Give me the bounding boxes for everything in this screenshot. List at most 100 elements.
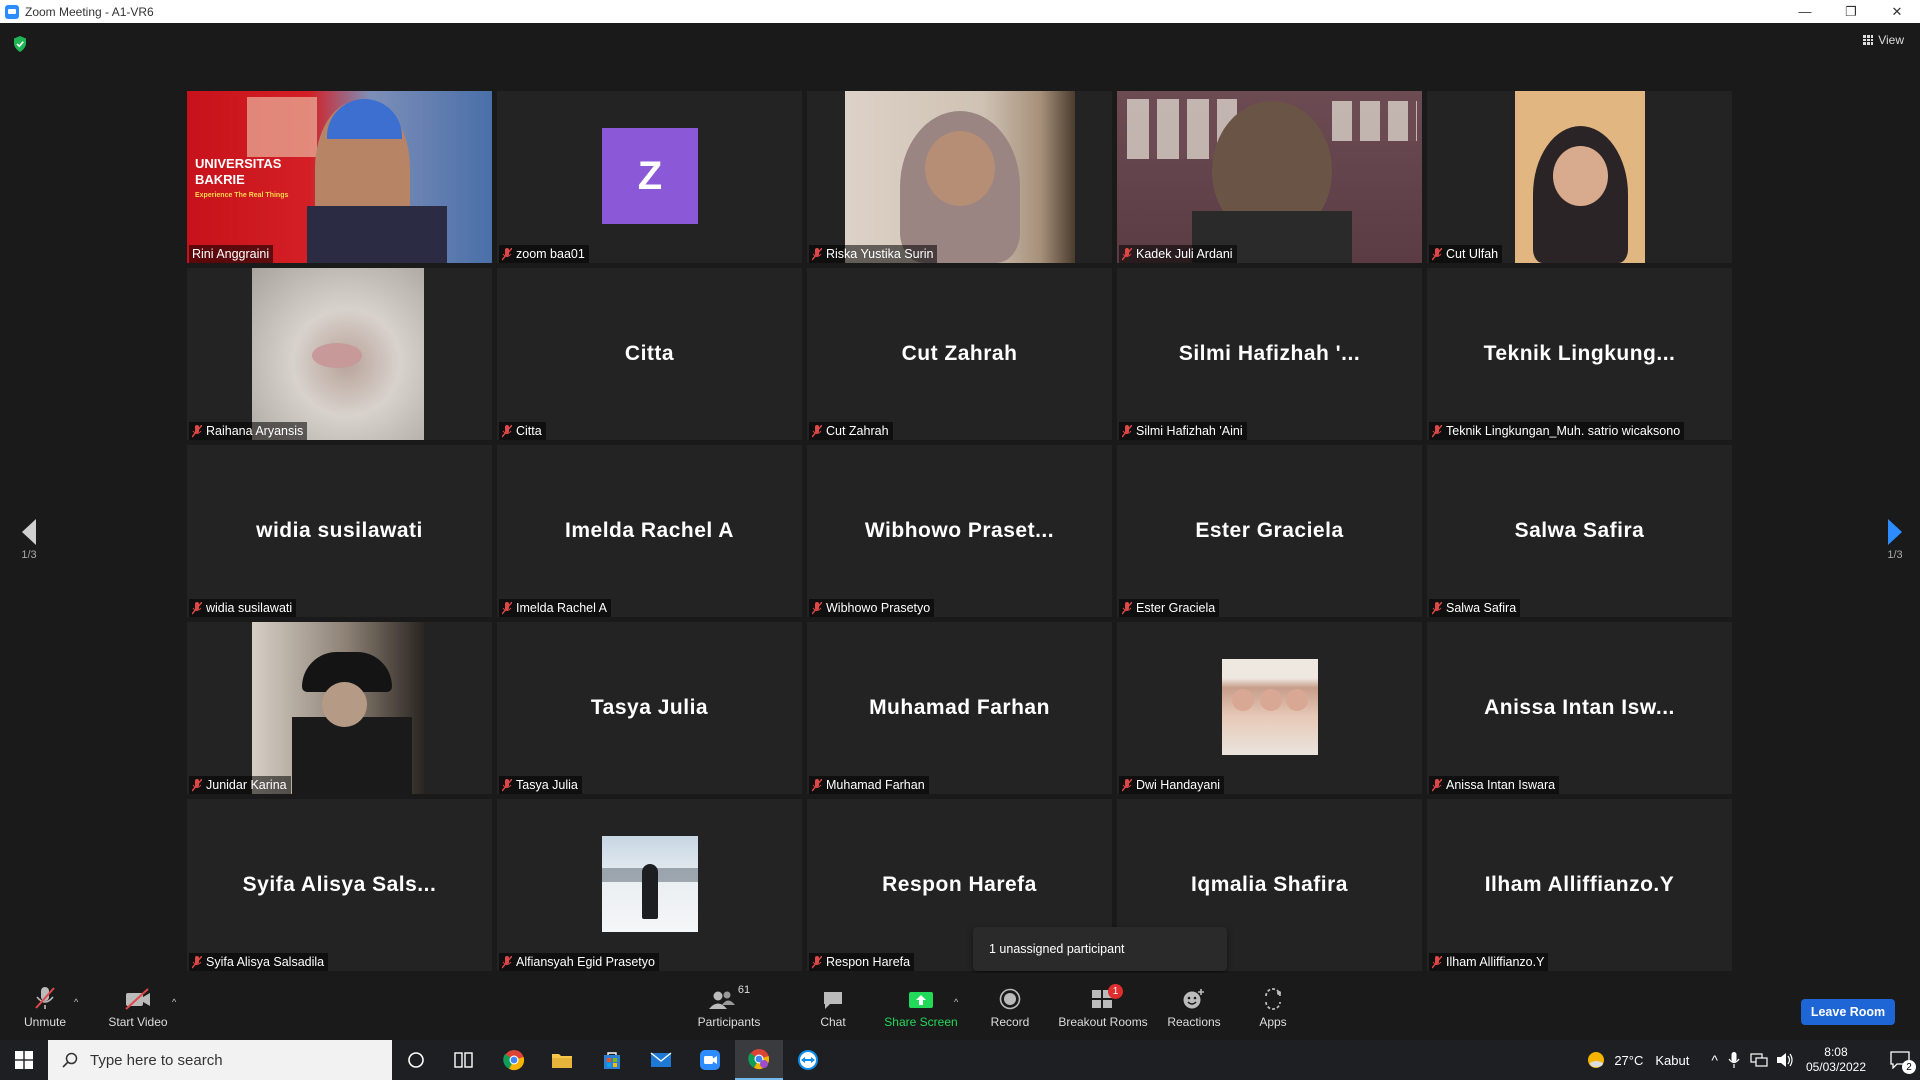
participant-name-label: Cut Ulfah xyxy=(1429,245,1503,263)
volume-icon[interactable] xyxy=(1776,1052,1794,1068)
page-indicator-right: 1/3 xyxy=(1887,549,1903,561)
show-hidden-icons-chevron-icon[interactable]: ^ xyxy=(1711,1052,1718,1068)
participant-tile[interactable]: Citta Citta xyxy=(497,268,802,440)
participant-tile[interactable]: widia susilawati widia susilawati xyxy=(187,445,492,617)
cortana-button[interactable] xyxy=(392,1040,440,1080)
weather-sun-icon[interactable] xyxy=(1586,1050,1606,1070)
next-page-button[interactable]: 1/3 xyxy=(1880,518,1910,561)
microphone-icon[interactable] xyxy=(1728,1051,1740,1069)
participant-tile[interactable]: Alfiansyah Egid Prasetyo xyxy=(497,799,802,971)
clock-date: 05/03/2022 xyxy=(1805,1060,1866,1074)
participant-profile-photo xyxy=(602,836,698,932)
security-shield-icon[interactable] xyxy=(13,36,27,52)
muted-mic-icon xyxy=(1432,247,1442,260)
share-screen-icon xyxy=(909,992,933,1008)
taskbar-chrome-profile[interactable] xyxy=(735,1040,783,1080)
participant-tile[interactable]: Muhamad Farhan Muhamad Farhan xyxy=(807,622,1112,794)
participant-tile[interactable]: Tasya Julia Tasya Julia xyxy=(497,622,802,794)
clock-time: 8:08 xyxy=(1824,1045,1848,1059)
store-bag-icon xyxy=(604,1052,620,1069)
participant-display-name: Cut Zahrah xyxy=(901,342,1018,365)
share-screen-button[interactable]: Share Screen xyxy=(880,973,962,1040)
taskbar-teamviewer[interactable] xyxy=(784,1040,832,1080)
share-options-caret-icon[interactable]: ^ xyxy=(954,997,958,1007)
participant-display-name: Anissa Intan Isw... xyxy=(1484,696,1675,719)
participant-tile[interactable]: Silmi Hafizhah '... Silmi Hafizhah 'Aini xyxy=(1117,268,1422,440)
previous-page-button[interactable]: 1/3 xyxy=(14,518,44,561)
video-off-icon xyxy=(125,988,150,1010)
participant-tile[interactable]: Ester Graciela Ester Graciela xyxy=(1117,445,1422,617)
muted-mic-icon xyxy=(1122,601,1132,614)
participant-tile[interactable]: Cut Ulfah xyxy=(1427,91,1732,263)
chat-button[interactable]: Chat xyxy=(806,973,860,1040)
view-label: View xyxy=(1878,33,1904,47)
participant-tile[interactable]: Salwa Safira Salwa Safira xyxy=(1427,445,1732,617)
chrome-icon xyxy=(748,1049,770,1070)
minimize-button[interactable]: — xyxy=(1782,0,1828,23)
video-options-caret-icon[interactable]: ^ xyxy=(172,997,176,1007)
participant-tile[interactable]: Dwi Handayani xyxy=(1117,622,1422,794)
restore-button[interactable]: ❐ xyxy=(1828,0,1874,23)
muted-mic-icon xyxy=(812,247,822,260)
muted-mic-icon xyxy=(1122,778,1132,791)
task-view-button[interactable] xyxy=(440,1040,488,1080)
windows-logo-icon xyxy=(15,1051,33,1069)
reactions-button[interactable]: Reactions xyxy=(1163,973,1225,1040)
network-icon[interactable] xyxy=(1750,1052,1768,1068)
participant-name-label: Teknik Lingkungan_Muh. satrio wicaksono xyxy=(1429,422,1685,440)
participant-name-label: Silmi Hafizhah 'Aini xyxy=(1119,422,1247,440)
participant-name-label: Imelda Rachel A xyxy=(499,599,612,617)
weather-temperature: 27°C xyxy=(1614,1052,1644,1068)
muted-mic-icon xyxy=(502,424,512,437)
clock[interactable]: 8:08 05/03/2022 xyxy=(1806,1045,1866,1075)
meeting-toolbar: Unmute ^ Start Video ^ 61 Participants C… xyxy=(0,973,1920,1040)
page-indicator-left: 1/3 xyxy=(21,549,37,561)
view-button[interactable]: View xyxy=(1863,33,1904,47)
task-view-icon xyxy=(454,1052,473,1068)
participant-tile[interactable]: UNIVERSITAS BAKRIE Experience The Real T… xyxy=(187,91,492,263)
leave-room-button[interactable]: Leave Room xyxy=(1801,999,1895,1025)
participant-name-label: Tasya Julia xyxy=(499,776,582,794)
taskbar-file-explorer[interactable] xyxy=(538,1040,586,1080)
participant-display-name: Wibhowo Praset... xyxy=(864,519,1055,542)
unmute-button[interactable]: Unmute xyxy=(20,973,70,1040)
record-button[interactable]: Record xyxy=(985,973,1035,1040)
audio-options-caret-icon[interactable]: ^ xyxy=(74,997,78,1007)
taskbar-zoom[interactable] xyxy=(686,1040,734,1080)
action-center-button[interactable]: 2 xyxy=(1880,1040,1920,1080)
participants-button[interactable]: 61 Participants xyxy=(694,973,764,1040)
taskbar-store[interactable] xyxy=(588,1040,636,1080)
reactions-label: Reactions xyxy=(1167,1015,1221,1029)
participant-tile[interactable]: Z zoom baa01 xyxy=(497,91,802,263)
participant-tile[interactable]: Wibhowo Praset... Wibhowo Prasetyo xyxy=(807,445,1112,617)
record-icon xyxy=(999,988,1021,1010)
breakout-rooms-button[interactable]: 1 Breakout Rooms xyxy=(1058,973,1148,1040)
muted-mic-icon xyxy=(502,778,512,791)
participant-name-label: Junidar Karina xyxy=(189,776,291,794)
participant-tile[interactable]: Riska Yustika Surin xyxy=(807,91,1112,263)
participant-tile[interactable]: Syifa Alisya Sals... Syifa Alisya Salsad… xyxy=(187,799,492,971)
share-screen-label: Share Screen xyxy=(884,1015,958,1029)
muted-mic-icon xyxy=(812,601,822,614)
taskbar-chrome[interactable] xyxy=(490,1040,538,1080)
participant-tile[interactable]: Imelda Rachel A Imelda Rachel A xyxy=(497,445,802,617)
record-label: Record xyxy=(990,1015,1030,1029)
participant-profile-photo xyxy=(1222,659,1318,755)
close-button[interactable]: ✕ xyxy=(1874,0,1920,23)
taskbar-mail[interactable] xyxy=(637,1040,685,1080)
participant-tile[interactable]: Kadek Juli Ardani xyxy=(1117,91,1422,263)
participant-tile[interactable]: Junidar Karina xyxy=(187,622,492,794)
teamviewer-icon xyxy=(798,1050,818,1070)
participant-tile[interactable]: Anissa Intan Isw... Anissa Intan Iswara xyxy=(1427,622,1732,794)
taskbar-search-box[interactable]: Type here to search xyxy=(48,1040,392,1080)
windows-start-button[interactable] xyxy=(0,1040,48,1080)
participant-tile[interactable]: Ilham Alliffianzo.Y Ilham Alliffianzo.Y xyxy=(1427,799,1732,971)
overlay-text-line1: UNIVERSITAS xyxy=(195,156,282,171)
search-placeholder: Type here to search xyxy=(90,1051,223,1069)
participant-tile[interactable]: Teknik Lingkung... Teknik Lingkungan_Muh… xyxy=(1427,268,1732,440)
apps-button[interactable]: Apps xyxy=(1250,973,1296,1040)
participant-tile[interactable]: Cut Zahrah Cut Zahrah xyxy=(807,268,1112,440)
muted-mic-icon xyxy=(502,955,512,968)
start-video-button[interactable]: Start Video xyxy=(105,973,171,1040)
participant-tile[interactable]: Raihana Aryansis xyxy=(187,268,492,440)
